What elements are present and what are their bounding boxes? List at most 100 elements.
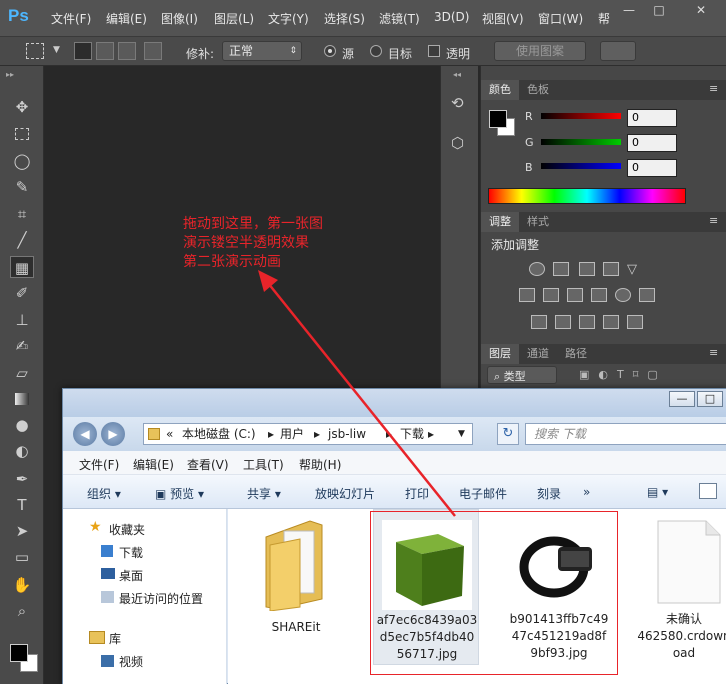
marquee-tool-icon[interactable] (10, 123, 34, 145)
refresh-icon[interactable]: ↻ (497, 423, 519, 445)
black-white-icon[interactable] (567, 288, 583, 302)
add-selection-icon[interactable] (96, 42, 114, 60)
forward-button[interactable]: ▶ (101, 422, 125, 446)
pen-tool-icon[interactable]: ✒ (10, 468, 34, 490)
preview-button[interactable]: ▣ 预览 ▾ (155, 485, 204, 502)
tab-swatches[interactable]: 色板 (519, 80, 557, 100)
organize-button[interactable]: 组织 ▾ (87, 485, 121, 502)
menu-file[interactable]: 文件(F) (79, 456, 119, 473)
search-input[interactable]: 搜索 下载 (525, 423, 726, 445)
menu-file[interactable]: 文件(F) (51, 10, 91, 27)
intersect-selection-icon[interactable] (144, 42, 162, 60)
eyedropper-tool-icon[interactable]: ╱ (10, 229, 34, 251)
explorer-minimize-button[interactable]: — (669, 391, 695, 407)
zoom-tool-icon[interactable]: ⌕ (10, 600, 34, 622)
burn-button[interactable]: 刻录 (537, 485, 561, 502)
foreground-color-swatch[interactable] (10, 644, 28, 662)
crop-tool-icon[interactable]: ⌗ (10, 203, 34, 225)
invert-icon[interactable] (531, 315, 547, 329)
patch-tool-icon[interactable]: ▦ (10, 256, 34, 278)
move-tool-icon[interactable]: ✥ (10, 96, 34, 118)
source-radio[interactable] (324, 45, 336, 57)
menu-3d[interactable]: 3D(D) (434, 10, 469, 24)
collapse-icon[interactable]: ◂◂ (453, 70, 461, 79)
address-part[interactable]: 本地磁盘 (C:) (182, 424, 256, 444)
menu-layer[interactable]: 图层(L) (214, 10, 254, 27)
color-spectrum[interactable] (488, 188, 686, 204)
menu-window[interactable]: 窗口(W) (538, 10, 583, 27)
maximize-button[interactable]: □ (644, 0, 674, 20)
menu-type[interactable]: 文字(Y) (268, 10, 309, 27)
target-radio[interactable] (370, 45, 382, 57)
blur-tool-icon[interactable]: ● (10, 414, 34, 436)
history-brush-tool-icon[interactable]: ✍ (10, 335, 34, 357)
nav-favorites[interactable]: 收藏夹 (109, 521, 145, 538)
menu-help[interactable]: 帮 (598, 10, 610, 27)
foreground-color-swatch[interactable] (489, 110, 507, 128)
vibrance-icon[interactable]: ▽ (627, 262, 637, 277)
nav-recent[interactable]: 最近访问的位置 (119, 590, 203, 607)
tab-channels[interactable]: 通道 (519, 344, 557, 364)
hue-icon[interactable] (519, 288, 535, 302)
tab-layers[interactable]: 图层 (481, 344, 519, 364)
gradient-tool-icon[interactable] (10, 388, 34, 410)
nav-downloads[interactable]: 下载 (119, 544, 143, 561)
brightness-icon[interactable] (529, 262, 545, 276)
panel-menu-icon[interactable]: ≡ (709, 214, 718, 227)
green-slider[interactable] (541, 139, 621, 145)
color-balance-icon[interactable] (543, 288, 559, 302)
transparent-checkbox[interactable] (428, 45, 440, 57)
gradient-map-icon[interactable] (627, 315, 643, 329)
file-item[interactable]: 未确认 462580.crdown oad (634, 509, 726, 665)
threshold-icon[interactable] (579, 315, 595, 329)
hand-tool-icon[interactable]: ✋ (10, 574, 34, 596)
blue-value-input[interactable]: 0 (627, 159, 677, 177)
green-value-input[interactable]: 0 (627, 134, 677, 152)
dodge-tool-icon[interactable]: ◐ (10, 440, 34, 462)
collapse-icon[interactable]: ▸▸ (6, 70, 14, 79)
history-panel-icon[interactable]: ⟲ (451, 94, 464, 112)
brush-tool-icon[interactable]: ✐ (10, 282, 34, 304)
color-lookup-icon[interactable] (639, 288, 655, 302)
nav-libraries[interactable]: 库 (109, 630, 121, 647)
nav-desktop[interactable]: 桌面 (119, 567, 143, 584)
3d-panel-icon[interactable]: ⬡ (451, 134, 464, 152)
panel-menu-icon[interactable]: ≡ (709, 82, 718, 95)
eraser-tool-icon[interactable]: ▱ (10, 362, 34, 384)
tab-styles[interactable]: 样式 (519, 212, 557, 232)
view-options-icon[interactable]: ▤ ▾ (647, 485, 668, 499)
shape-tool-icon[interactable]: ▭ (10, 546, 34, 568)
subtract-selection-icon[interactable] (118, 42, 136, 60)
menu-edit[interactable]: 编辑(E) (133, 456, 174, 473)
minimize-button[interactable]: — (614, 0, 644, 20)
photo-filter-icon[interactable] (591, 288, 607, 302)
patch-tool-icon[interactable] (26, 43, 44, 59)
selective-color-icon[interactable] (603, 315, 619, 329)
curves-icon[interactable] (579, 262, 595, 276)
nav-videos[interactable]: 视频 (119, 653, 143, 670)
lasso-tool-icon[interactable]: ◯ (10, 150, 34, 172)
pattern-picker[interactable] (600, 41, 636, 61)
layer-filter-icons[interactable]: ▣◐T⌑▢ (579, 368, 667, 381)
red-value-input[interactable]: 0 (627, 109, 677, 127)
new-selection-icon[interactable] (74, 42, 92, 60)
tab-adjustments[interactable]: 调整 (481, 212, 519, 232)
menu-select[interactable]: 选择(S) (324, 10, 365, 27)
use-pattern-button[interactable]: 使用图案 (494, 41, 586, 61)
tab-color[interactable]: 颜色 (481, 80, 519, 100)
more-button[interactable]: » (583, 485, 590, 499)
menu-edit[interactable]: 编辑(E) (106, 10, 147, 27)
red-slider[interactable] (541, 113, 621, 119)
posterize-icon[interactable] (555, 315, 571, 329)
menu-image[interactable]: 图像(I) (161, 10, 198, 27)
chevron-down-icon[interactable]: ▼ (53, 45, 60, 55)
path-select-tool-icon[interactable]: ➤ (10, 520, 34, 542)
panel-menu-icon[interactable]: ≡ (709, 346, 718, 359)
file-item[interactable]: SHAREit (248, 515, 344, 635)
tab-paths[interactable]: 路径 (557, 344, 595, 364)
layer-filter-select[interactable]: ⌕ 类型 (487, 366, 557, 384)
channel-mixer-icon[interactable] (615, 288, 631, 302)
repair-mode-select[interactable]: 正常 ⇕ (222, 41, 302, 61)
preview-pane-icon[interactable] (699, 483, 717, 499)
type-tool-icon[interactable]: T (10, 494, 34, 516)
